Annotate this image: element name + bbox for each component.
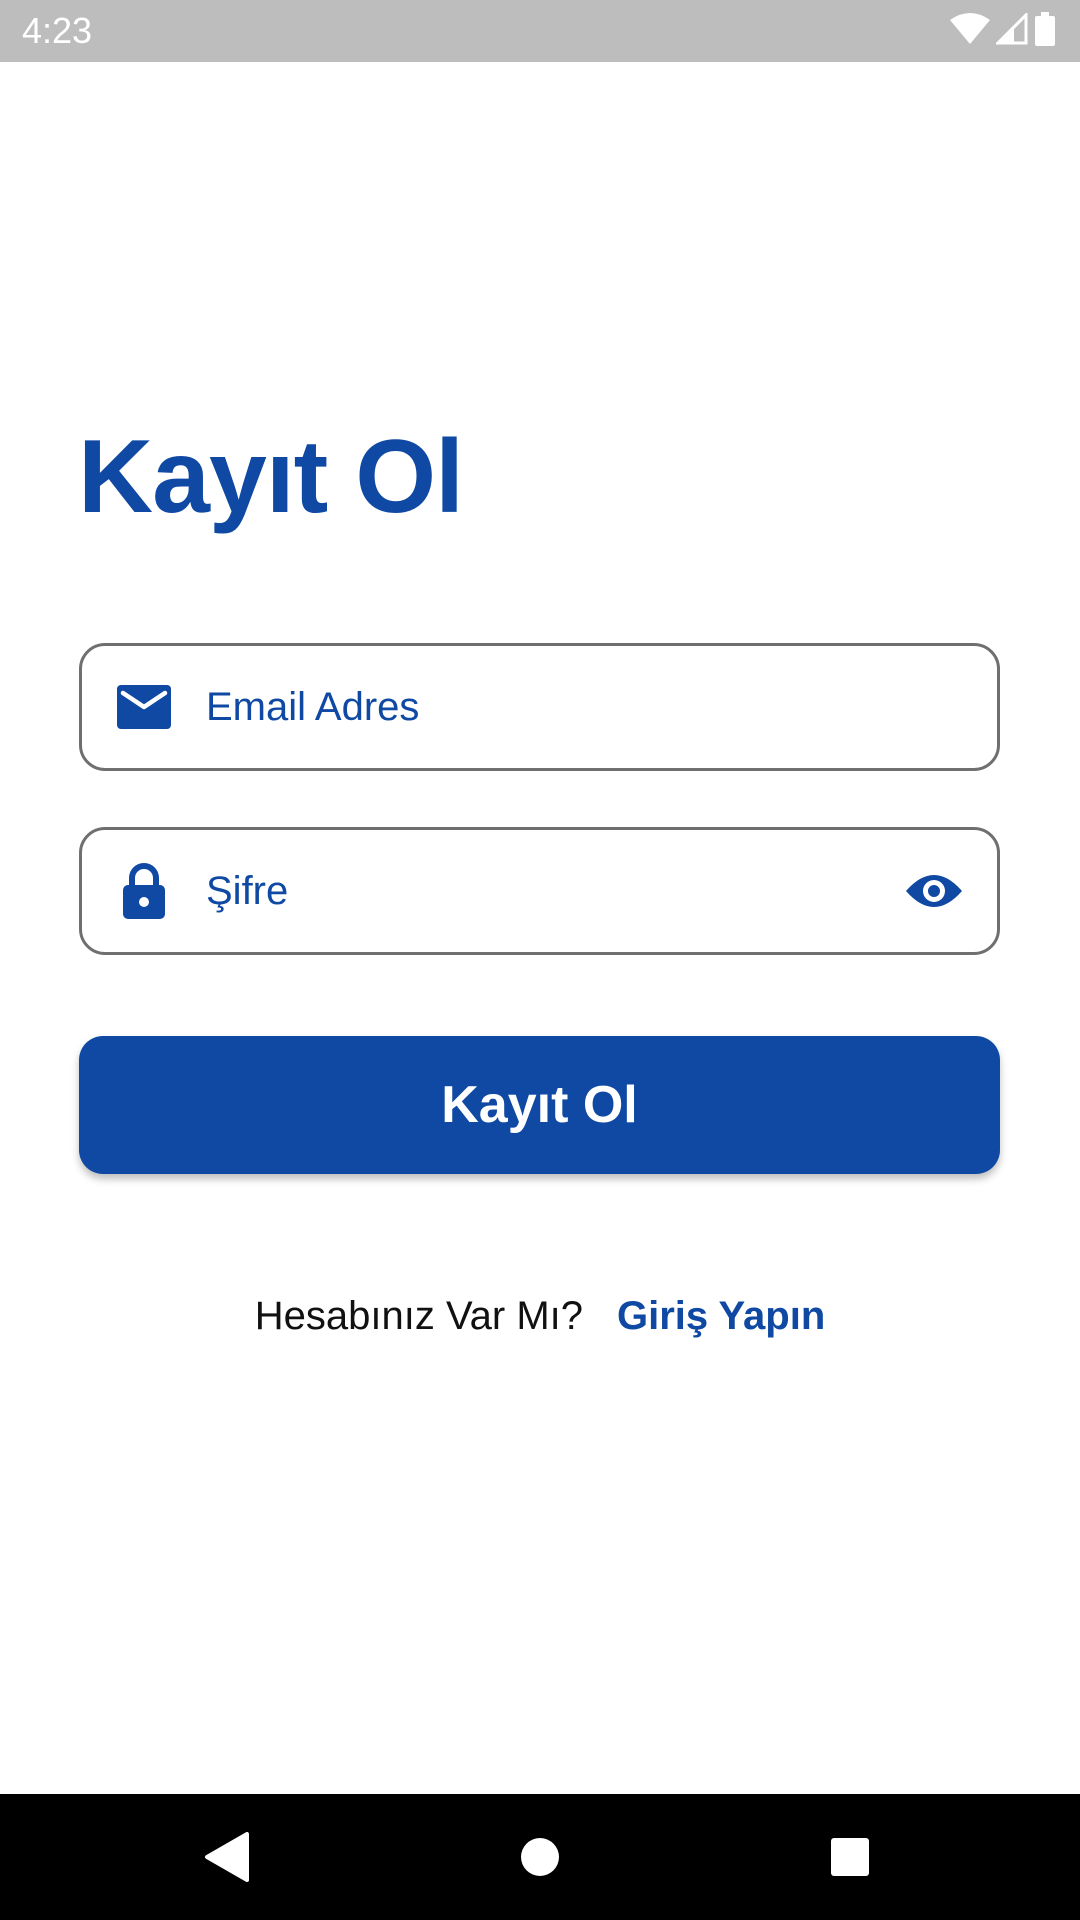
back-icon[interactable] [186,1817,266,1897]
lock-icon [116,863,172,919]
eye-icon[interactable] [901,858,967,924]
status-time: 4:23 [22,10,93,51]
wifi-icon [950,12,990,50]
login-link[interactable]: Giriş Yapın [617,1288,825,1344]
password-field[interactable] [79,827,1000,955]
mail-icon [116,679,172,735]
home-icon[interactable] [500,1817,580,1897]
cell-signal-icon [994,10,1028,50]
navigation-bar [0,1794,1080,1920]
email-input[interactable] [206,646,866,768]
recents-icon[interactable] [810,1817,890,1897]
page-title: Kayıt Ol [78,419,464,535]
status-icons [950,10,1056,51]
login-prompt: Hesabınız Var Mı? Giriş Yapın [0,1288,1080,1344]
register-button[interactable]: Kayıt Ol [79,1036,1000,1174]
password-input[interactable] [206,830,866,952]
email-field[interactable] [79,643,1000,771]
login-question: Hesabınız Var Mı? [254,1294,584,1338]
battery-icon [1034,11,1056,51]
status-bar: 4:23 [0,0,1080,62]
